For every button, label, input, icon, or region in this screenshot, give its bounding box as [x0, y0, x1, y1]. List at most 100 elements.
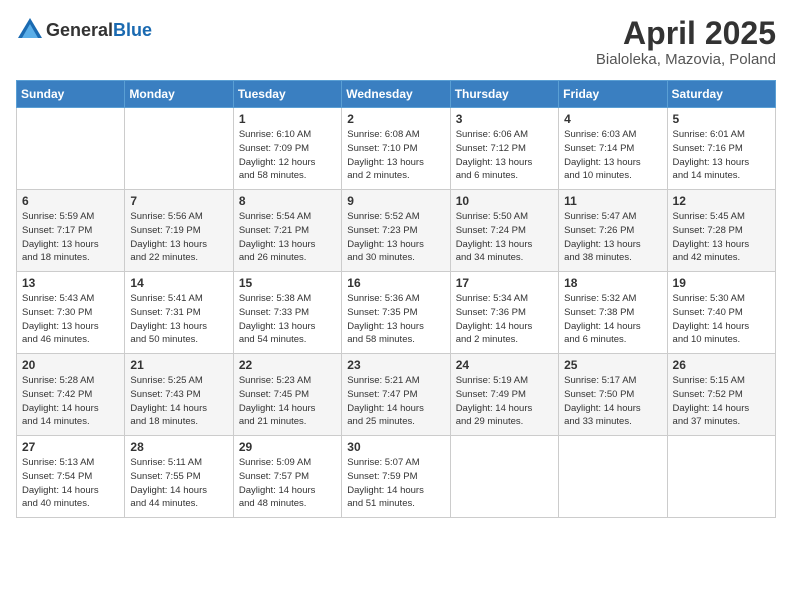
calendar-cell [450, 436, 558, 518]
day-info: Sunrise: 5:56 AM Sunset: 7:19 PM Dayligh… [130, 210, 227, 265]
calendar-cell: 9Sunrise: 5:52 AM Sunset: 7:23 PM Daylig… [342, 190, 450, 272]
weekday-header: Friday [559, 81, 667, 108]
day-info: Sunrise: 5:28 AM Sunset: 7:42 PM Dayligh… [22, 374, 119, 429]
day-info: Sunrise: 6:03 AM Sunset: 7:14 PM Dayligh… [564, 128, 661, 183]
calendar-cell: 22 Sunrise: 5:23 AM Sunset: 7:45 PM Dayli… [233, 354, 341, 436]
day-info: Sunrise: 5:54 AM Sunset: 7:21 PM Dayligh… [239, 210, 336, 265]
day-number: 28 [130, 440, 227, 454]
logo: GeneralBlue [16, 16, 152, 44]
weekday-header: Monday [125, 81, 233, 108]
day-number: 4 [564, 112, 661, 126]
calendar-cell: 27 Sunrise: 5:13 AM Sunset: 7:54 PM Dayli… [17, 436, 125, 518]
day-number: 23 [347, 358, 444, 372]
calendar-cell: 21Sunrise: 5:25 AM Sunset: 7:43 PM Dayli… [125, 354, 233, 436]
day-number: 25 [564, 358, 661, 372]
week-row: 1 Sunrise: 6:10 AM Sunset: 7:09 PM Daylig… [17, 108, 776, 190]
day-number: 7 [130, 194, 227, 208]
day-info: Sunrise: 5:43 AM Sunset: 7:30 PM Dayligh… [22, 292, 119, 347]
calendar-cell [559, 436, 667, 518]
weekday-header: Tuesday [233, 81, 341, 108]
calendar-cell: 8 Sunrise: 5:54 AM Sunset: 7:21 PM Daylig… [233, 190, 341, 272]
day-info: Sunrise: 6:01 AM Sunset: 7:16 PM Dayligh… [673, 128, 770, 183]
calendar-cell: 3Sunrise: 6:06 AM Sunset: 7:12 PM Daylig… [450, 108, 558, 190]
calendar-cell: 29 Sunrise: 5:09 AM Sunset: 7:57 PM Dayli… [233, 436, 341, 518]
calendar-cell: 13 Sunrise: 5:43 AM Sunset: 7:30 PM Dayli… [17, 272, 125, 354]
day-info: Sunrise: 5:45 AM Sunset: 7:28 PM Dayligh… [673, 210, 770, 265]
day-number: 26 [673, 358, 770, 372]
calendar-cell: 15 Sunrise: 5:38 AM Sunset: 7:33 PM Dayli… [233, 272, 341, 354]
weekday-header: Wednesday [342, 81, 450, 108]
logo-general: General [46, 20, 113, 40]
calendar-cell: 14Sunrise: 5:41 AM Sunset: 7:31 PM Dayli… [125, 272, 233, 354]
calendar-cell: 16 Sunrise: 5:36 AM Sunset: 7:35 PM Dayli… [342, 272, 450, 354]
logo-icon [16, 16, 44, 44]
calendar-cell: 4 Sunrise: 6:03 AM Sunset: 7:14 PM Daylig… [559, 108, 667, 190]
day-number: 20 [22, 358, 119, 372]
weekday-header: Thursday [450, 81, 558, 108]
day-info: Sunrise: 5:17 AM Sunset: 7:50 PM Dayligh… [564, 374, 661, 429]
calendar-cell: 11 Sunrise: 5:47 AM Sunset: 7:26 PM Dayli… [559, 190, 667, 272]
page-title: April 2025 [596, 16, 776, 51]
day-number: 5 [673, 112, 770, 126]
calendar-table: SundayMondayTuesdayWednesdayThursdayFrid… [16, 80, 776, 518]
day-info: Sunrise: 5:59 AM Sunset: 7:17 PM Dayligh… [22, 210, 119, 265]
page-subtitle: Bialoleka, Mazovia, Poland [596, 51, 776, 68]
day-info: Sunrise: 5:38 AM Sunset: 7:33 PM Dayligh… [239, 292, 336, 347]
day-info: Sunrise: 5:21 AM Sunset: 7:47 PM Dayligh… [347, 374, 444, 429]
week-row: 27 Sunrise: 5:13 AM Sunset: 7:54 PM Dayli… [17, 436, 776, 518]
calendar-cell: 28 Sunrise: 5:11 AM Sunset: 7:55 PM Dayli… [125, 436, 233, 518]
day-info: Sunrise: 5:07 AM Sunset: 7:59 PM Dayligh… [347, 456, 444, 511]
page-header: GeneralBlue April 2025 Bialoleka, Mazovi… [16, 16, 776, 68]
weekday-header-row: SundayMondayTuesdayWednesdayThursdayFrid… [17, 81, 776, 108]
day-number: 13 [22, 276, 119, 290]
day-info: Sunrise: 6:10 AM Sunset: 7:09 PM Dayligh… [239, 128, 336, 183]
weekday-header: Sunday [17, 81, 125, 108]
day-number: 10 [456, 194, 553, 208]
day-number: 18 [564, 276, 661, 290]
calendar-cell: 5 Sunrise: 6:01 AM Sunset: 7:16 PM Daylig… [667, 108, 775, 190]
day-number: 16 [347, 276, 444, 290]
calendar-cell: 20 Sunrise: 5:28 AM Sunset: 7:42 PM Dayli… [17, 354, 125, 436]
day-number: 29 [239, 440, 336, 454]
day-info: Sunrise: 5:47 AM Sunset: 7:26 PM Dayligh… [564, 210, 661, 265]
day-info: Sunrise: 5:23 AM Sunset: 7:45 PM Dayligh… [239, 374, 336, 429]
day-number: 12 [673, 194, 770, 208]
day-info: Sunrise: 6:08 AM Sunset: 7:10 PM Dayligh… [347, 128, 444, 183]
day-number: 11 [564, 194, 661, 208]
day-number: 17 [456, 276, 553, 290]
day-number: 27 [22, 440, 119, 454]
calendar-cell: 19 Sunrise: 5:30 AM Sunset: 7:40 PM Dayli… [667, 272, 775, 354]
day-info: Sunrise: 5:09 AM Sunset: 7:57 PM Dayligh… [239, 456, 336, 511]
day-number: 8 [239, 194, 336, 208]
day-info: Sunrise: 5:30 AM Sunset: 7:40 PM Dayligh… [673, 292, 770, 347]
calendar-cell: 6 Sunrise: 5:59 AM Sunset: 7:17 PM Daylig… [17, 190, 125, 272]
day-info: Sunrise: 6:06 AM Sunset: 7:12 PM Dayligh… [456, 128, 553, 183]
calendar-cell: 24Sunrise: 5:19 AM Sunset: 7:49 PM Dayli… [450, 354, 558, 436]
day-number: 22 [239, 358, 336, 372]
week-row: 13 Sunrise: 5:43 AM Sunset: 7:30 PM Dayli… [17, 272, 776, 354]
day-number: 14 [130, 276, 227, 290]
day-info: Sunrise: 5:36 AM Sunset: 7:35 PM Dayligh… [347, 292, 444, 347]
calendar-cell: 26 Sunrise: 5:15 AM Sunset: 7:52 PM Dayli… [667, 354, 775, 436]
calendar-cell: 25 Sunrise: 5:17 AM Sunset: 7:50 PM Dayli… [559, 354, 667, 436]
day-number: 6 [22, 194, 119, 208]
logo-blue: Blue [113, 20, 152, 40]
title-block: April 2025 Bialoleka, Mazovia, Poland [596, 16, 776, 68]
day-number: 19 [673, 276, 770, 290]
day-info: Sunrise: 5:50 AM Sunset: 7:24 PM Dayligh… [456, 210, 553, 265]
day-number: 24 [456, 358, 553, 372]
day-info: Sunrise: 5:11 AM Sunset: 7:55 PM Dayligh… [130, 456, 227, 511]
day-number: 15 [239, 276, 336, 290]
calendar-cell: 12 Sunrise: 5:45 AM Sunset: 7:28 PM Dayli… [667, 190, 775, 272]
day-info: Sunrise: 5:13 AM Sunset: 7:54 PM Dayligh… [22, 456, 119, 511]
day-number: 1 [239, 112, 336, 126]
day-info: Sunrise: 5:32 AM Sunset: 7:38 PM Dayligh… [564, 292, 661, 347]
day-info: Sunrise: 5:15 AM Sunset: 7:52 PM Dayligh… [673, 374, 770, 429]
day-number: 21 [130, 358, 227, 372]
calendar-cell: 17Sunrise: 5:34 AM Sunset: 7:36 PM Dayli… [450, 272, 558, 354]
weekday-header: Saturday [667, 81, 775, 108]
calendar-cell: 10 Sunrise: 5:50 AM Sunset: 7:24 PM Dayli… [450, 190, 558, 272]
calendar-cell [17, 108, 125, 190]
day-number: 9 [347, 194, 444, 208]
week-row: 6 Sunrise: 5:59 AM Sunset: 7:17 PM Daylig… [17, 190, 776, 272]
